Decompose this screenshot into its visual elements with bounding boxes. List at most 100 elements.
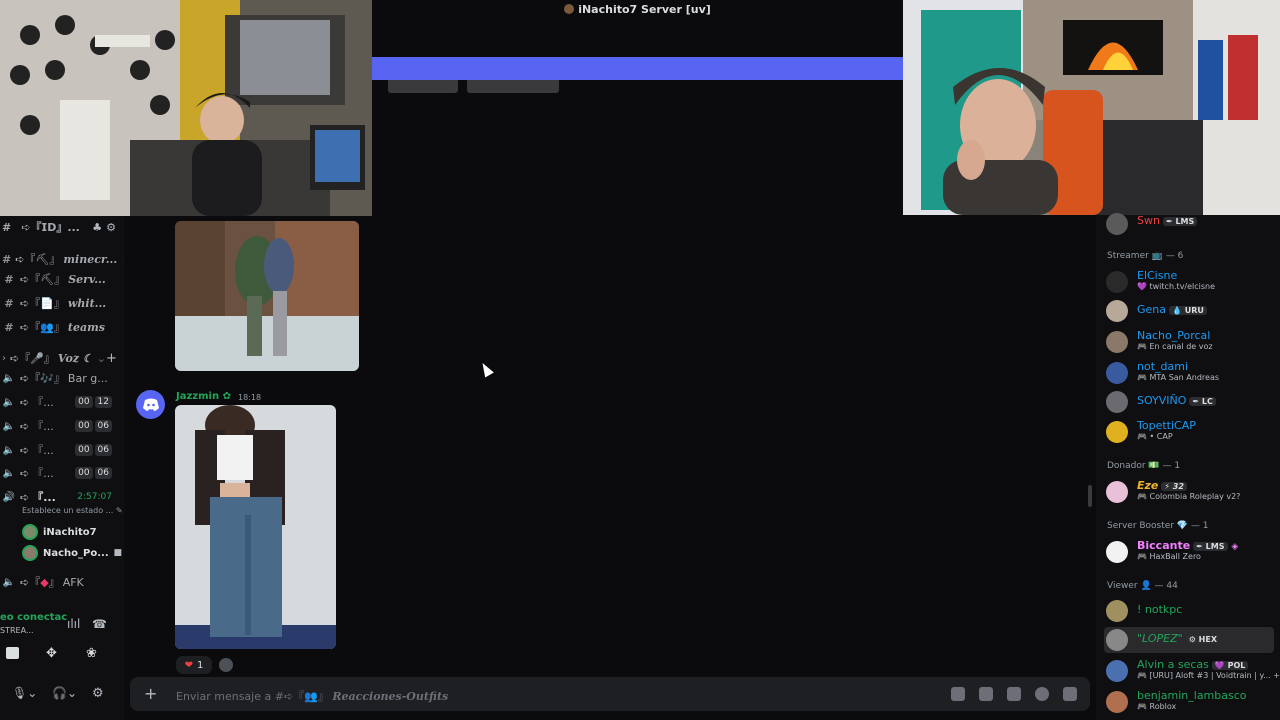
member-tag-text: URU: [1184, 306, 1204, 315]
channel-label: minecr...: [63, 252, 118, 266]
channel-label: Bar g...: [67, 371, 108, 385]
channel-afk[interactable]: 🔈 ➪『 ◆』 AFK: [0, 572, 124, 592]
member-status: 🎮 Colombia Roleplay v2?: [1137, 492, 1241, 501]
member-tag-text: POL: [1227, 661, 1246, 670]
activities-icon[interactable]: ✥: [46, 646, 57, 661]
user-limit-badge: 06: [94, 444, 112, 456]
gift-icon[interactable]: [951, 687, 965, 701]
member-tag: ✒ LMS: [1162, 217, 1198, 226]
status-prompt[interactable]: Establece un estado ... ✎: [22, 506, 123, 515]
gif-icon[interactable]: [979, 687, 993, 701]
avatar: [1106, 331, 1128, 353]
voice-user-name: iNachito7: [43, 526, 97, 538]
member-name: SOYVIÑO: [1137, 394, 1187, 407]
chat-scrollbar[interactable]: [1088, 485, 1092, 507]
member-alvin[interactable]: Alvin a secas 💜 POL 🎮 [URU] Aloft #3 | Vo…: [1104, 658, 1280, 684]
noise-suppression-icon[interactable]: ılıl: [67, 617, 80, 631]
member-tag-text: LC: [1201, 397, 1213, 406]
channel-emoji: 📄: [40, 296, 54, 310]
member-status: 🎮 HaxBall Zero: [1137, 552, 1201, 561]
outfit-photo-1: [175, 221, 359, 371]
member-gena[interactable]: Gena 💧 URU: [1104, 298, 1274, 324]
channel-emoji: ⛏: [35, 252, 50, 266]
gear-icon[interactable]: ⚙: [106, 221, 116, 234]
message-input[interactable]: Enviar mensaje a #➪『👥』 Reacciones-Outfit…: [176, 688, 448, 704]
microphone-icon[interactable]: 🎙⌄: [12, 686, 37, 700]
member-eze[interactable]: Eze ⚡ 32 🎮 Colombia Roleplay v2?: [1104, 479, 1274, 505]
message-author[interactable]: Jazzmin ✿: [176, 391, 231, 402]
hash-icon: #: [4, 320, 14, 334]
member-group-booster: Server Booster 💎 — 1: [1107, 521, 1209, 531]
user-limit-badge: 06: [94, 467, 112, 479]
pencil-icon: ✎: [115, 506, 123, 515]
webcam-right: [903, 0, 1280, 215]
boost-icon: ◈: [1231, 542, 1239, 552]
voice-channel-1[interactable]: 🔈 ➪ 『... 00 12: [0, 392, 124, 412]
member-notkpc[interactable]: ! notkpc: [1104, 598, 1274, 624]
member-group-streamer: Streamer 📺 — 6: [1107, 251, 1184, 261]
member-not-dami[interactable]: not_dami 🎮 MTA San Andreas: [1104, 360, 1274, 386]
channel-whit[interactable]: # ➪『 📄』 whit...: [0, 293, 124, 313]
member-nacho-porcal[interactable]: Nacho_Porcal 🎮 En canal de voz: [1104, 329, 1274, 355]
voice-user-2[interactable]: Nacho_Po... ■: [22, 544, 122, 562]
avatar: [1106, 362, 1128, 384]
voice-category[interactable]: › ➪『🎤』 Voz ☾ ⌄ +: [0, 348, 124, 368]
avatar: [1106, 271, 1128, 293]
avatar[interactable]: [136, 390, 165, 419]
voice-channel-3[interactable]: 🔈 ➪ 『... 00 06: [0, 440, 124, 460]
speaker-icon: 🔈: [2, 467, 16, 479]
channel-minecraft[interactable]: #➪『⛏』 minecr... ⌄ +: [0, 249, 124, 269]
channel-serv[interactable]: # ➪『 ⛏』 Serv...: [0, 269, 124, 289]
reaction-heart[interactable]: ❤ 1: [176, 656, 212, 674]
voice-channel-bar[interactable]: 🔈 ➪『 🎶』 Bar g...: [0, 368, 124, 388]
sticker-icon[interactable]: [1007, 687, 1021, 701]
member-lopez[interactable]: "LOPEZ" ⚙ HEX: [1104, 627, 1274, 653]
message-image-1[interactable]: [175, 221, 359, 371]
member-status: 💜 twitch.tv/elcisne: [1137, 282, 1216, 291]
server-banner: [372, 57, 903, 80]
status-placeholder: Establece un estado ...: [22, 506, 114, 515]
settings-gear-icon[interactable]: ⚙: [92, 686, 104, 701]
screen-share-icon[interactable]: [6, 647, 19, 659]
member-biccante[interactable]: Biccante ✒ LMS ◈ 🎮 HaxBall Zero: [1104, 539, 1274, 565]
channel-teams[interactable]: # ➪『 👥』 teams: [0, 317, 124, 337]
message-image-2[interactable]: [175, 405, 336, 649]
server-icon: [564, 4, 575, 14]
voice-channel-2[interactable]: 🔈 ➪ 『... 00 06: [0, 416, 124, 436]
webcam-left-image: [0, 0, 372, 216]
member-benjamin[interactable]: benjamin_lambasco 🎮 Roblox: [1104, 689, 1274, 715]
speaker-active-icon: 🔊: [2, 491, 16, 503]
avatar: [1106, 629, 1128, 651]
channel-emoji: 🎶: [40, 371, 54, 385]
hash-icon: #: [2, 252, 12, 266]
voice-channel-4[interactable]: 🔈 ➪ 『... 00 06: [0, 463, 124, 483]
member-swn[interactable]: Swn ✒ LMS: [1104, 211, 1274, 237]
avatar: [1106, 691, 1128, 713]
member-soyvino[interactable]: SOYVIÑO ✒ LC: [1104, 389, 1274, 415]
member-elcisne[interactable]: ElCisne 💜 twitch.tv/elcisne: [1104, 269, 1274, 295]
member-name: not_dami: [1137, 360, 1189, 373]
add-channel-icon[interactable]: +: [106, 351, 117, 366]
user-limit-badge: 12: [94, 396, 112, 408]
headphones-icon[interactable]: 🎧⌄: [52, 686, 77, 700]
speaker-icon: 🔈: [2, 576, 16, 588]
apps-icon[interactable]: [1063, 687, 1077, 701]
member-group-viewer: Viewer 👤 — 44: [1107, 581, 1178, 591]
soundboard-icon[interactable]: ❀: [86, 646, 97, 661]
disconnect-icon[interactable]: ☎: [92, 617, 107, 631]
add-reaction-icon[interactable]: [219, 658, 233, 672]
emoji-icon[interactable]: [1035, 687, 1049, 701]
channel-label: 『...: [32, 467, 54, 480]
member-topetticap[interactable]: TopettiCAP 🎮 • CAP: [1104, 419, 1274, 445]
channel-label: Serv...: [68, 272, 106, 286]
member-status: 🎮 Roblox: [1137, 702, 1177, 711]
channel-top-row[interactable]: #ㅤ➪『𝗜𝗗』... ♣ ⚙: [0, 217, 124, 237]
member-name: Gena: [1137, 303, 1167, 316]
voice-user-1[interactable]: iNachito7: [22, 523, 122, 541]
avatar: [1106, 300, 1128, 322]
add-member-icon[interactable]: ♣: [92, 221, 102, 234]
attach-plus-icon[interactable]: +: [144, 684, 157, 703]
voice-channel-active[interactable]: 🔊 ➪ 『... 2:57:07: [0, 487, 124, 507]
member-name: Eze: [1137, 479, 1159, 492]
member-status: 🎮 En canal de voz: [1137, 342, 1213, 351]
